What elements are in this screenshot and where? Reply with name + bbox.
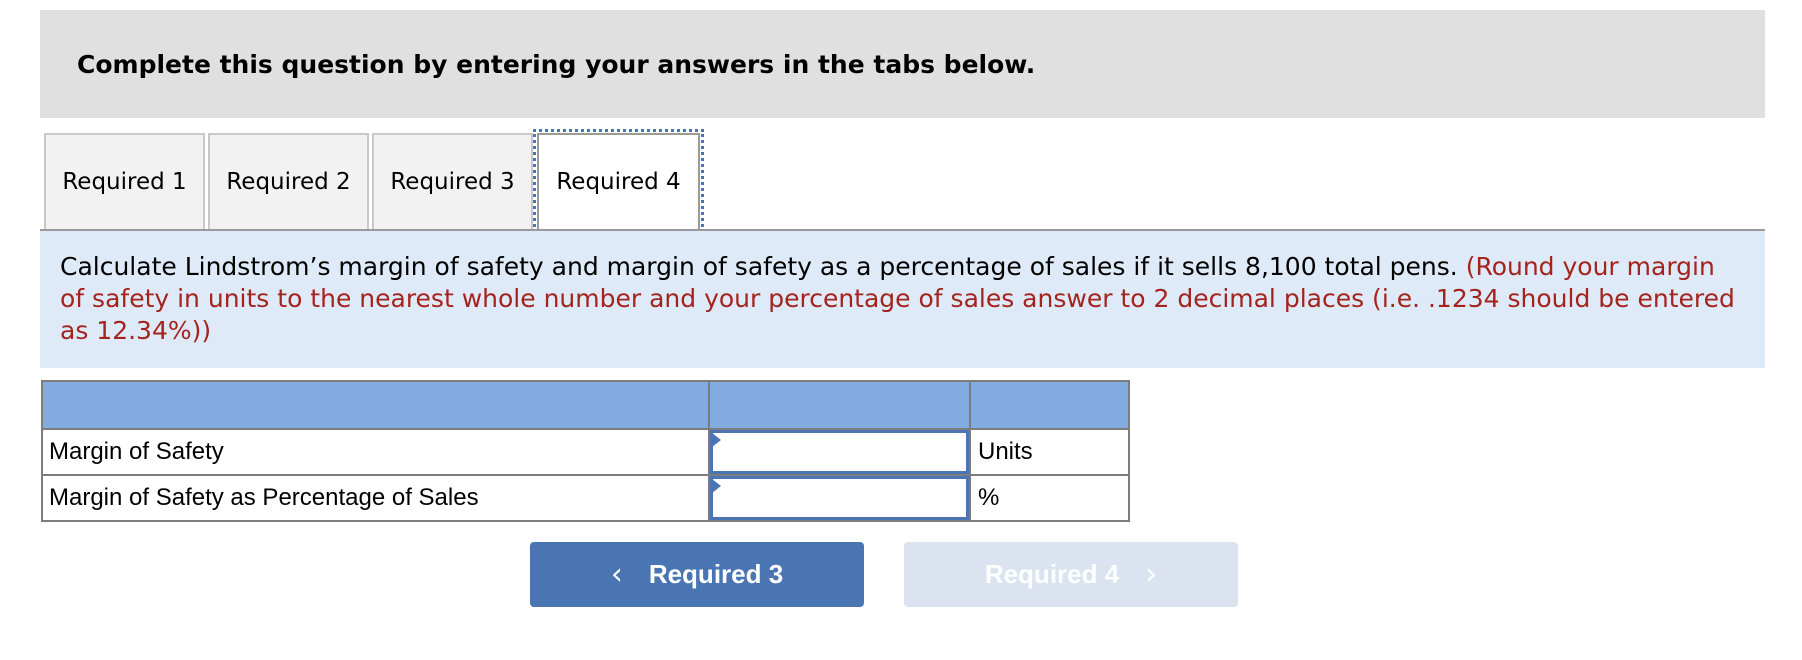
- input-cell: [708, 428, 971, 476]
- header-cell-value: [708, 380, 971, 430]
- row-unit: Units: [969, 428, 1130, 476]
- tab-required-1[interactable]: Required 1: [44, 133, 205, 229]
- table-header-row: [41, 380, 1130, 430]
- tab-required-4[interactable]: Required 4: [533, 129, 704, 233]
- header-cell-label: [41, 380, 710, 430]
- chevron-left-icon: ‹: [610, 557, 623, 592]
- chevron-right-icon: ›: [1145, 557, 1158, 592]
- input-flag-icon: [712, 479, 721, 493]
- margin-of-safety-units-input[interactable]: [710, 430, 969, 474]
- instructions-panel: Calculate Lindstrom’s margin of safety a…: [40, 229, 1765, 368]
- row-unit: %: [969, 474, 1130, 522]
- prev-button-label: Required 3: [648, 559, 784, 589]
- table-row: Margin of Safety Units: [41, 428, 1130, 476]
- question-header: Complete this question by entering your …: [40, 10, 1765, 118]
- prev-required-3-button[interactable]: ‹ Required 3: [530, 542, 864, 607]
- tab-label: Required 1: [62, 169, 187, 195]
- tab-required-2[interactable]: Required 2: [208, 133, 369, 229]
- tab-label: Required 4: [556, 169, 681, 195]
- instructions-text: Calculate Lindstrom’s margin of safety a…: [60, 252, 1458, 281]
- input-flag-icon: [712, 433, 721, 447]
- header-title: Complete this question by entering your …: [77, 50, 1036, 79]
- row-label: Margin of Safety as Percentage of Sales: [41, 474, 710, 522]
- table-row: Margin of Safety as Percentage of Sales …: [41, 474, 1130, 522]
- next-button-label: Required 4: [984, 559, 1120, 589]
- answer-table: Margin of Safety Units Margin of Safety …: [41, 380, 1130, 522]
- header-cell-unit: [969, 380, 1130, 430]
- tab-required-3[interactable]: Required 3: [372, 133, 533, 229]
- input-cell: [708, 474, 971, 522]
- tab-label: Required 3: [390, 169, 515, 195]
- margin-of-safety-percent-input[interactable]: [710, 476, 969, 520]
- next-required-4-button: Required 4 ›: [904, 542, 1238, 607]
- tab-label: Required 2: [226, 169, 351, 195]
- row-label: Margin of Safety: [41, 428, 710, 476]
